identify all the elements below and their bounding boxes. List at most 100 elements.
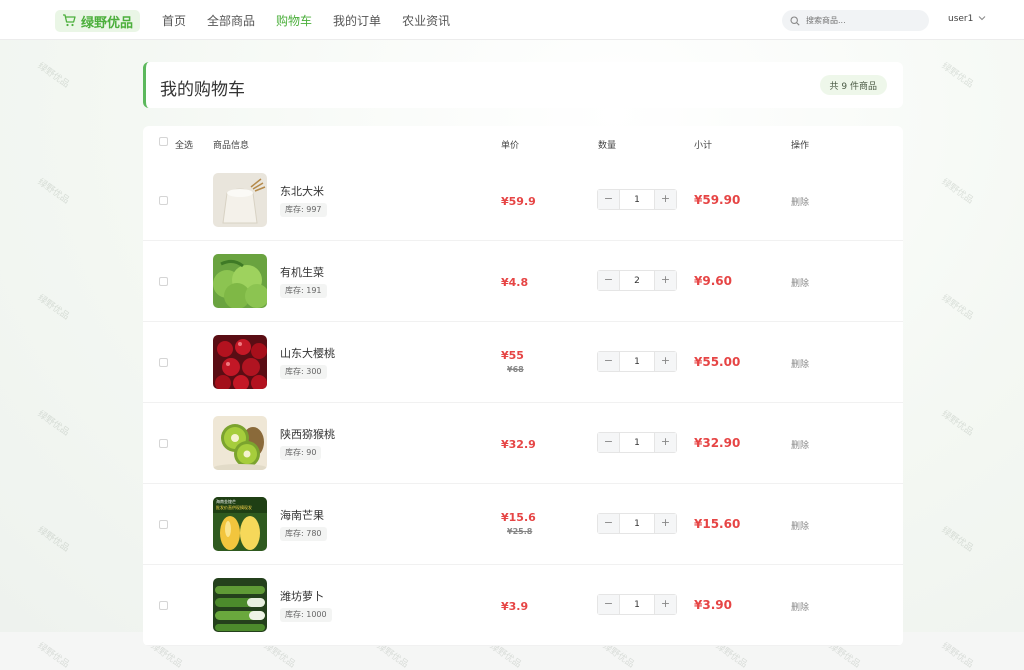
username: user1 bbox=[948, 14, 974, 24]
quantity-input[interactable] bbox=[619, 433, 655, 452]
product-name[interactable]: 东北大米 bbox=[280, 183, 324, 199]
select-all-checkbox[interactable] bbox=[159, 137, 168, 146]
user-menu[interactable]: user1 bbox=[948, 14, 986, 24]
delete-button[interactable]: 删除 bbox=[791, 195, 809, 208]
mango-label-line2: 批发价直供现摘现发 bbox=[216, 504, 252, 510]
nav-item-cart[interactable]: 购物车 bbox=[276, 12, 312, 29]
main-nav: 首页 全部商品 购物车 我的订单 农业资讯 bbox=[162, 0, 471, 40]
cart-title-card: 我的购物车 共 9 件商品 bbox=[143, 62, 903, 108]
row-subtotal: ¥3.90 bbox=[694, 598, 732, 612]
unit-price: ¥4.8 bbox=[501, 276, 529, 289]
increase-button[interactable]: + bbox=[655, 595, 676, 614]
cart-table: 全选 商品信息 单价 数量 小计 操作 东北大米 库存: 997 ¥59.9 −… bbox=[143, 126, 903, 646]
stock-badge: 库存: 90 bbox=[280, 446, 322, 460]
watermark-text: 绿野优品 bbox=[939, 641, 975, 670]
nav-item-all-products[interactable]: 全部商品 bbox=[207, 12, 255, 29]
decrease-button[interactable]: − bbox=[598, 595, 619, 614]
cart-icon bbox=[62, 12, 76, 31]
quantity-input[interactable] bbox=[619, 595, 655, 614]
cart-row: 东北大米 库存: 997 ¥59.9 − + ¥59.90 删除 bbox=[143, 160, 903, 241]
decrease-button[interactable]: − bbox=[598, 190, 619, 209]
select-all-checkbox-wrap bbox=[159, 137, 168, 146]
row-subtotal: ¥15.60 bbox=[694, 517, 741, 531]
unit-price: ¥55 bbox=[501, 349, 524, 362]
stock-badge: 库存: 780 bbox=[280, 527, 327, 541]
product-image-lettuce[interactable] bbox=[213, 254, 267, 308]
search-input[interactable] bbox=[804, 15, 918, 26]
product-image-rice[interactable] bbox=[213, 173, 267, 227]
product-name[interactable]: 有机生菜 bbox=[280, 264, 324, 280]
nav-item-home[interactable]: 首页 bbox=[162, 12, 186, 29]
nav-item-my-orders[interactable]: 我的订单 bbox=[333, 12, 381, 29]
header-quantity: 数量 bbox=[598, 141, 617, 151]
stock-badge: 库存: 191 bbox=[280, 284, 327, 298]
decrease-button[interactable]: − bbox=[598, 514, 619, 533]
cart-row: 山东大樱桃 库存: 300 ¥55 ¥68 − + ¥55.00 删除 bbox=[143, 322, 903, 403]
product-image-kiwi[interactable] bbox=[213, 416, 267, 470]
stock-badge: 库存: 300 bbox=[280, 365, 327, 379]
increase-button[interactable]: + bbox=[655, 352, 676, 371]
product-image-radish[interactable] bbox=[213, 578, 267, 632]
header-product: 商品信息 bbox=[213, 141, 250, 151]
row-subtotal: ¥59.90 bbox=[694, 193, 741, 207]
cart-row: 陕西猕猴桃 库存: 90 ¥32.9 − + ¥32.90 删除 bbox=[143, 403, 903, 484]
unit-price: ¥32.9 bbox=[501, 438, 536, 451]
quantity-stepper: − + bbox=[597, 432, 677, 453]
decrease-button[interactable]: − bbox=[598, 271, 619, 290]
nav-item-agri-news[interactable]: 农业资讯 bbox=[402, 12, 450, 29]
logo[interactable]: 绿野优品 bbox=[55, 10, 141, 32]
watermark-text: 绿野优品 bbox=[35, 641, 71, 670]
decrease-button[interactable]: − bbox=[598, 433, 619, 452]
increase-button[interactable]: + bbox=[655, 190, 676, 209]
product-name[interactable]: 陕西猕猴桃 bbox=[280, 426, 335, 442]
quantity-input[interactable] bbox=[619, 514, 655, 533]
row-subtotal: ¥9.60 bbox=[694, 274, 732, 288]
product-name[interactable]: 海南芒果 bbox=[280, 507, 324, 523]
quantity-stepper: − + bbox=[597, 270, 677, 291]
cart-row: 有机生菜 库存: 191 ¥4.8 − + ¥9.60 删除 bbox=[143, 241, 903, 322]
delete-button[interactable]: 删除 bbox=[791, 438, 809, 451]
product-image-cherry[interactable] bbox=[213, 335, 267, 389]
page-title: 我的购物车 bbox=[160, 80, 245, 100]
logo-text: 绿野优品 bbox=[81, 15, 134, 31]
row-checkbox[interactable] bbox=[159, 196, 168, 205]
mango-label-line1: 海南金煌芒 bbox=[216, 498, 236, 504]
quantity-input[interactable] bbox=[619, 190, 655, 209]
quantity-stepper: − + bbox=[597, 189, 677, 210]
quantity-input[interactable] bbox=[619, 271, 655, 290]
row-checkbox[interactable] bbox=[159, 439, 168, 448]
search-box[interactable] bbox=[782, 10, 929, 31]
delete-button[interactable]: 删除 bbox=[791, 276, 809, 289]
stock-badge: 库存: 1000 bbox=[280, 608, 332, 622]
row-checkbox[interactable] bbox=[159, 358, 168, 367]
row-checkbox[interactable] bbox=[159, 277, 168, 286]
original-price: ¥68 bbox=[507, 365, 524, 374]
original-price: ¥25.8 bbox=[507, 527, 533, 536]
table-header: 全选 商品信息 单价 数量 小计 操作 bbox=[143, 126, 903, 160]
delete-button[interactable]: 删除 bbox=[791, 357, 809, 370]
header-actions: 操作 bbox=[791, 141, 810, 151]
increase-button[interactable]: + bbox=[655, 433, 676, 452]
unit-price: ¥3.9 bbox=[501, 600, 529, 613]
stock-badge: 库存: 997 bbox=[280, 203, 327, 217]
unit-price: ¥59.9 bbox=[501, 195, 536, 208]
item-count-badge: 共 9 件商品 bbox=[819, 75, 887, 95]
increase-button[interactable]: + bbox=[655, 271, 676, 290]
top-navbar: 绿野优品 首页 全部商品 购物车 我的订单 农业资讯 user1 bbox=[0, 0, 1024, 40]
delete-button[interactable]: 删除 bbox=[791, 519, 809, 532]
quantity-input[interactable] bbox=[619, 352, 655, 371]
header-subtotal: 小计 bbox=[694, 141, 713, 151]
product-name[interactable]: 潍坊萝卜 bbox=[280, 588, 324, 604]
increase-button[interactable]: + bbox=[655, 514, 676, 533]
decrease-button[interactable]: − bbox=[598, 352, 619, 371]
row-checkbox[interactable] bbox=[159, 601, 168, 610]
row-checkbox[interactable] bbox=[159, 520, 168, 529]
delete-button[interactable]: 删除 bbox=[791, 600, 809, 613]
cart-row: 海南金煌芒 批发价直供现摘现发 海南芒果 库存: 780 ¥15.6 ¥25.8 … bbox=[143, 484, 903, 565]
product-name[interactable]: 山东大樱桃 bbox=[280, 345, 335, 361]
product-image-mango[interactable]: 海南金煌芒 批发价直供现摘现发 bbox=[213, 497, 267, 551]
unit-price: ¥15.6 bbox=[501, 511, 536, 524]
row-subtotal: ¥55.00 bbox=[694, 355, 741, 369]
header-select-all[interactable]: 全选 bbox=[175, 138, 193, 151]
row-subtotal: ¥32.90 bbox=[694, 436, 741, 450]
